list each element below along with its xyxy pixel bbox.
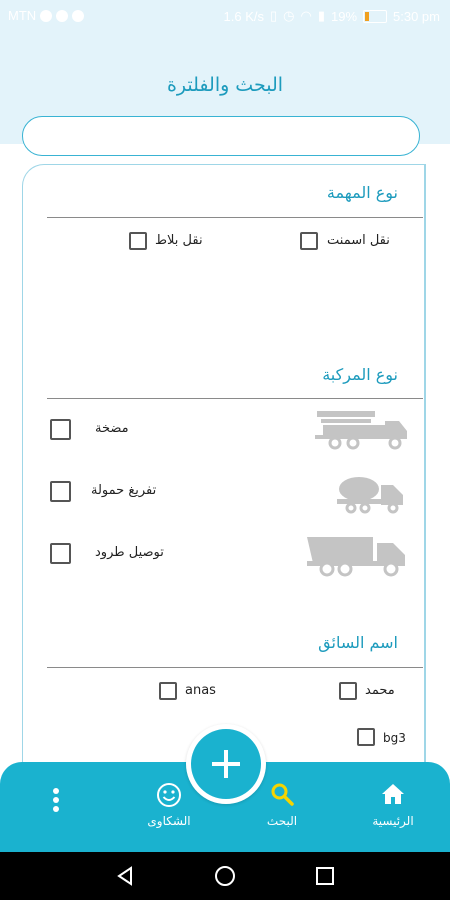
checkbox-driver-mohammad[interactable]	[339, 682, 357, 700]
section-title-vehicle-type: نوع المركبة	[322, 365, 398, 384]
alarm-icon: ◷	[283, 8, 295, 23]
add-button[interactable]	[191, 729, 261, 799]
option-label-driver-anas: anas	[185, 683, 216, 698]
more-vertical-icon[interactable]	[44, 786, 68, 816]
status-bar: MTN 1.6 K/s ▯ ◷ ◠ ▮ 19% 5:30 pm	[0, 0, 450, 34]
vibrate-icon: ▯	[269, 8, 278, 23]
battery-percent: 19%	[330, 8, 358, 24]
home-circle-icon[interactable]	[213, 864, 237, 888]
wifi-icon: ◠	[300, 8, 312, 23]
status-bar-right: 1.6 K/s ▯ ◷ ◠ ▮ 19% 5:30 pm	[224, 8, 440, 24]
signal-icon: ▮	[317, 8, 325, 23]
option-label-driver-mohammad: محمد	[365, 683, 395, 698]
section-divider	[47, 398, 423, 399]
home-icon	[382, 784, 404, 804]
clock-time: 5:30 pm	[393, 8, 440, 24]
checkbox-task-cement[interactable]	[300, 232, 318, 250]
checkbox-driver-anas[interactable]	[159, 682, 177, 700]
filter-panel: نوع المهمة نقل اسمنت نقل بلاط نوع المركب…	[22, 164, 426, 764]
nav-item-home[interactable]: الرئيسية	[353, 782, 433, 832]
section-divider	[47, 667, 423, 668]
option-label-task-tiles: نقل بلاط	[155, 233, 203, 248]
search-icon	[271, 783, 294, 806]
pump-truck-icon	[315, 411, 407, 450]
mixer-truck-icon	[337, 477, 403, 514]
recents-icon[interactable]	[313, 864, 337, 888]
checkbox-driver-bg3[interactable]	[357, 728, 375, 746]
nav-label-complaints: الشكاوى	[147, 814, 191, 828]
system-nav-bar	[0, 852, 450, 900]
option-label-task-cement: نقل اسمنت	[327, 233, 390, 248]
option-label-vehicle-parcel: توصيل طرود	[95, 545, 164, 560]
whatsapp-icon	[72, 9, 85, 22]
option-label-driver-bg3: bg3	[383, 731, 406, 745]
nav-label-search: البحث	[266, 814, 298, 828]
smiley-icon	[157, 783, 181, 807]
checkbox-vehicle-parcel[interactable]	[50, 543, 71, 564]
section-title-task-type: نوع المهمة	[326, 183, 398, 202]
shield-icon	[40, 9, 53, 22]
option-label-vehicle-unload: تفريغ حمولة	[91, 483, 157, 498]
checkbox-task-tiles[interactable]	[129, 232, 147, 250]
plus-icon	[212, 750, 240, 778]
page-title: البحث والفلترة	[166, 74, 284, 96]
dump-truck-icon	[307, 537, 405, 577]
battery-icon	[363, 9, 388, 23]
nav-label-home: الرئيسية	[372, 814, 414, 828]
search-input[interactable]	[22, 116, 420, 156]
status-bar-left: MTN	[8, 8, 85, 23]
checkbox-vehicle-pump[interactable]	[50, 419, 71, 440]
checkbox-vehicle-unload[interactable]	[50, 481, 71, 502]
carrier-label: MTN	[8, 8, 37, 23]
back-icon[interactable]	[113, 864, 137, 888]
section-divider	[47, 217, 423, 218]
option-label-vehicle-pump: مضخة	[95, 421, 129, 436]
app-notification-icon	[56, 9, 69, 22]
section-title-driver-name: اسم السائق	[318, 633, 398, 652]
network-speed: 1.6 K/s	[223, 8, 264, 24]
